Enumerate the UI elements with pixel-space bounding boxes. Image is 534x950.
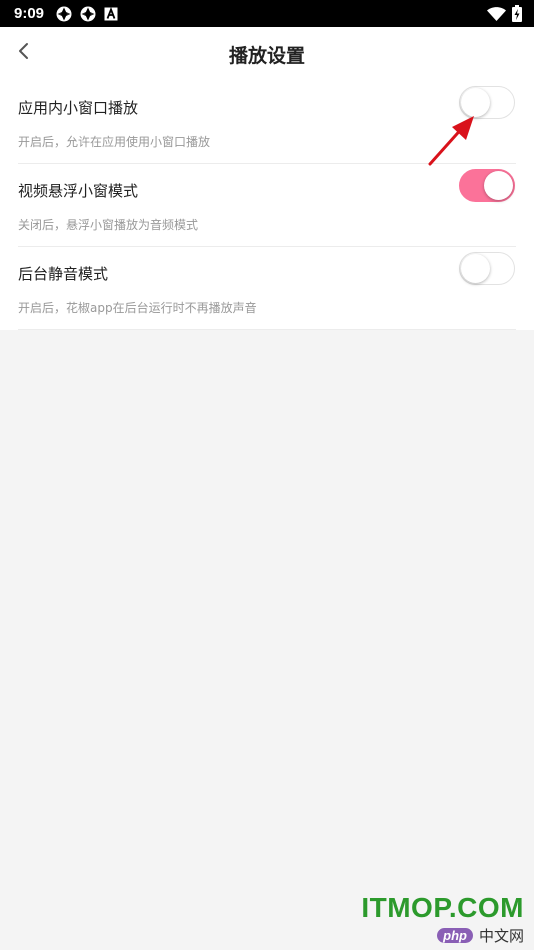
toggle-knob [461, 254, 490, 283]
status-bar: 9:09 [0, 0, 534, 27]
watermark-main: ITMOP.COM [361, 892, 524, 923]
watermark: ITMOP.COM php 中文网 [361, 893, 524, 946]
setting-title: 后台静音模式 [18, 265, 109, 283]
wifi-icon [487, 6, 506, 21]
page-title: 播放设置 [228, 44, 305, 67]
aperture-icon [80, 6, 96, 22]
header: 播放设置 [0, 27, 534, 81]
setting-description: 开启后，花椒app在后台运行时不再播放声音 [18, 301, 257, 315]
setting-description: 开启后，允许在应用使用小窗口播放 [18, 135, 211, 149]
background-mute-toggle[interactable] [459, 252, 515, 285]
setting-description: 关闭后，悬浮小窗播放为音频模式 [18, 218, 199, 232]
battery-charging-icon [512, 5, 522, 22]
back-button[interactable] [8, 37, 40, 69]
setting-title: 应用内小窗口播放 [18, 99, 139, 117]
setting-title: 视频悬浮小窗模式 [18, 182, 139, 200]
aperture-icon [56, 6, 72, 22]
setting-row-background-mute: 后台静音模式 开启后，花椒app在后台运行时不再播放声音 [0, 247, 534, 330]
watermark-sub: 中文网 [478, 927, 524, 945]
annotation-arrow-icon [420, 112, 480, 176]
status-time: 9:09 [14, 5, 45, 22]
toggle-knob [484, 171, 513, 200]
chevron-left-icon [17, 42, 31, 64]
setting-row-floating-window: 视频悬浮小窗模式 关闭后，悬浮小窗播放为音频模式 [0, 164, 534, 247]
text-a-icon [104, 6, 118, 21]
watermark-badge: php [437, 928, 473, 943]
